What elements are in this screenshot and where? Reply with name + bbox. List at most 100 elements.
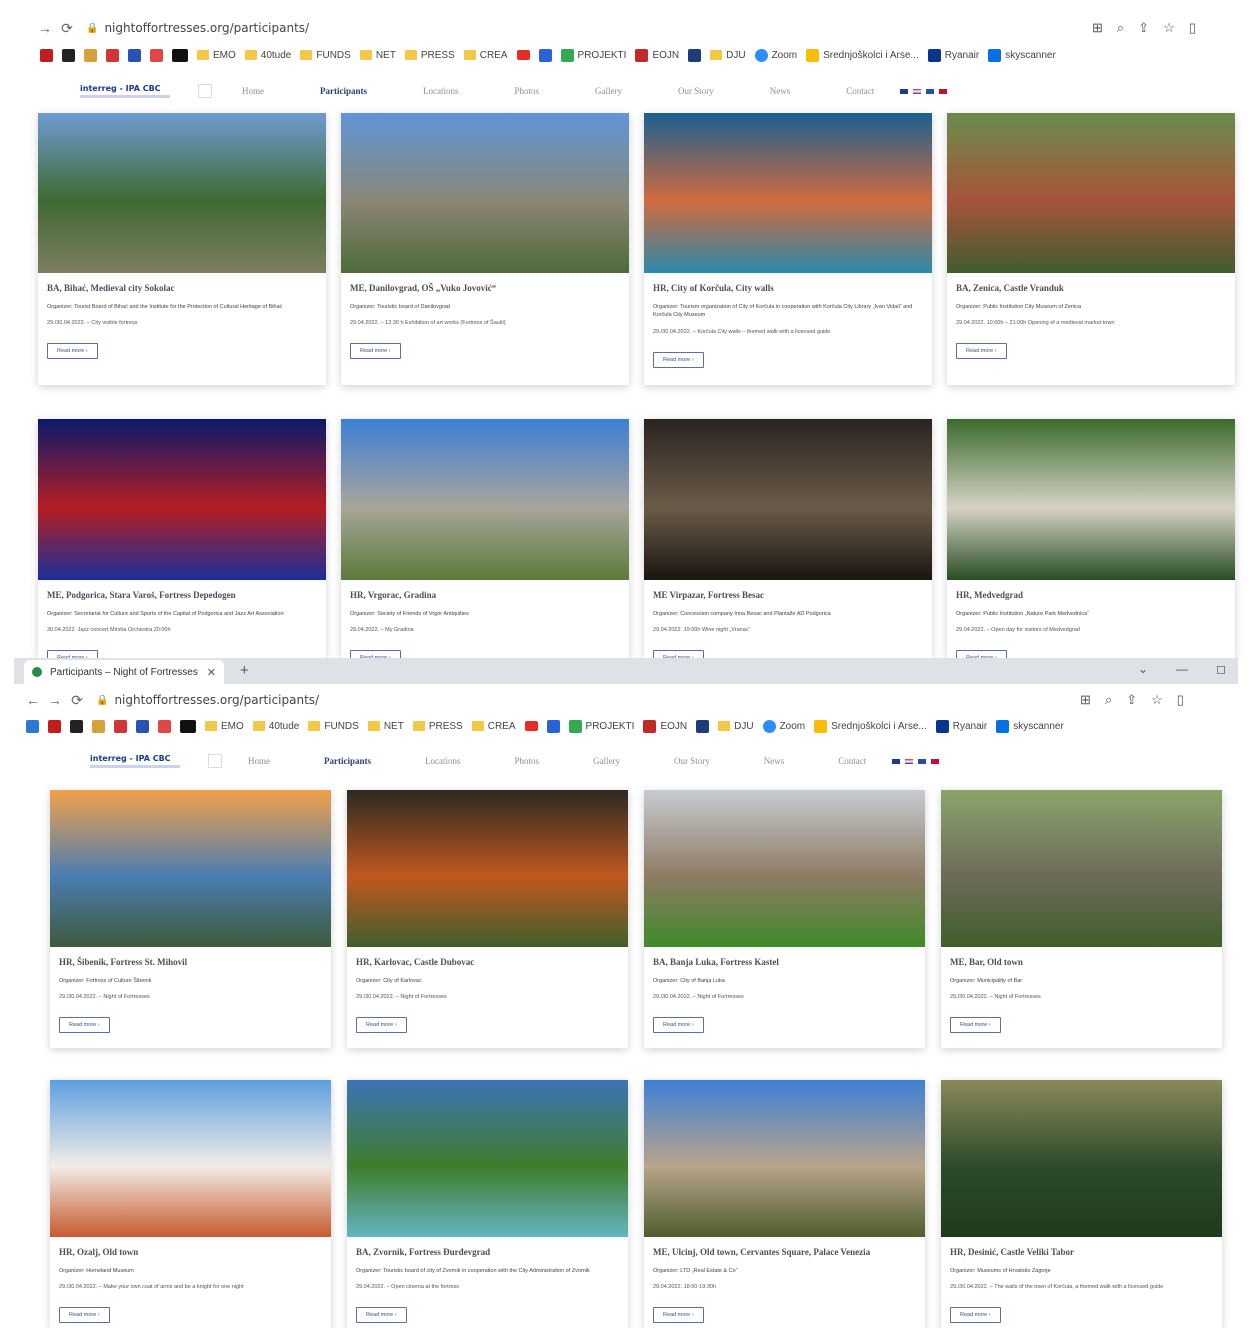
minimize-icon[interactable]: —: [1176, 662, 1188, 676]
bookmark-icon[interactable]: [70, 719, 83, 733]
card-title[interactable]: HR, Ozalj, Old town: [59, 1247, 322, 1257]
star-icon[interactable]: ☆: [1163, 20, 1175, 36]
url-text[interactable]: nightoffortresses.org/participants/: [114, 693, 319, 707]
nav-participants[interactable]: Participants: [324, 756, 371, 766]
flag-en-icon[interactable]: [900, 88, 909, 94]
bookmark-item[interactable]: Zoom: [762, 719, 805, 733]
nav-news[interactable]: News: [770, 86, 791, 96]
nav-gallery[interactable]: Gallery: [595, 86, 622, 96]
card-photo[interactable]: [341, 113, 629, 273]
bookmark-item[interactable]: PROJEKTI: [560, 48, 626, 62]
nav-home[interactable]: Home: [242, 86, 264, 96]
read-more-button[interactable]: Read more ›: [47, 343, 98, 360]
participant-card[interactable]: BA, Banja Luka, Fortress Kastel Organizer…: [644, 790, 925, 1048]
reload-icon[interactable]: ⟳: [66, 692, 88, 709]
zoom-icon[interactable]: ⌕: [1105, 692, 1112, 708]
read-more-button[interactable]: Read more ›: [356, 1307, 407, 1324]
flag-me-icon[interactable]: [931, 758, 940, 764]
participant-card[interactable]: BA, Zenica, Castle Vranduk Organizer: Pub…: [947, 113, 1235, 385]
share-icon[interactable]: ⇪: [1138, 20, 1149, 36]
card-title[interactable]: ME, Ulcinj, Old town, Cervantes Square, …: [653, 1247, 916, 1257]
reload-icon[interactable]: ⟳: [56, 20, 78, 37]
participant-card[interactable]: ME, Ulcinj, Old town, Cervantes Square, …: [644, 1080, 925, 1328]
tab-participants[interactable]: Participants – Night of Fortresses ✕: [24, 660, 224, 684]
bookmark-item[interactable]: skyscanner: [996, 719, 1064, 733]
card-photo[interactable]: [644, 419, 932, 580]
nav-our-story[interactable]: Our Story: [674, 756, 710, 766]
read-more-button[interactable]: Read more ›: [950, 1307, 1001, 1324]
read-more-button[interactable]: Read more ›: [47, 650, 98, 658]
card-photo[interactable]: [347, 1080, 628, 1237]
bookmark-item[interactable]: EOJN: [635, 48, 679, 62]
nav-locations[interactable]: Locations: [423, 86, 459, 96]
card-title[interactable]: ME, Bar, Old town: [950, 957, 1213, 967]
flag-hr-icon[interactable]: [905, 758, 914, 764]
participant-card[interactable]: ME, Danilovgrad, OŠ „Vuko Jovović“ Organi…: [341, 113, 629, 385]
card-title[interactable]: HR, Karlovac, Castle Dubovac: [356, 957, 619, 967]
forward-icon[interactable]: →: [44, 692, 66, 708]
card-photo[interactable]: [941, 1080, 1222, 1237]
bookmark-folder[interactable]: CREA: [471, 721, 516, 732]
bookmark-item[interactable]: Srednjoškolci i Arse...: [806, 48, 919, 62]
new-tab-icon[interactable]: +: [240, 662, 249, 679]
share-icon[interactable]: ⇪: [1126, 692, 1137, 708]
bookmark-item[interactable]: skyscanner: [988, 48, 1056, 62]
bookmark-item[interactable]: EOJN: [643, 719, 687, 733]
flag-ba-icon[interactable]: [926, 88, 935, 94]
nav-contact[interactable]: Contact: [838, 756, 866, 766]
read-more-button[interactable]: Read more ›: [653, 351, 704, 368]
bookmark-folder[interactable]: EMO: [205, 721, 244, 732]
participant-card[interactable]: HR, Desinić, Castle Veliki Tabor Organize…: [941, 1080, 1222, 1328]
url-text[interactable]: nightoffortresses.org/participants/: [104, 21, 309, 35]
interreg-logo[interactable]: interreg - IPA CBC: [90, 749, 200, 773]
bookmark-folder[interactable]: NET: [367, 721, 404, 732]
flag-me-icon[interactable]: [939, 88, 948, 94]
bookmark-icon[interactable]: [696, 719, 710, 733]
card-photo[interactable]: [947, 113, 1235, 273]
translate-icon[interactable]: ⊞: [1080, 692, 1091, 708]
card-title[interactable]: HR, Medvedgrad: [956, 590, 1226, 600]
nav-contact[interactable]: Contact: [846, 86, 874, 96]
zoom-icon[interactable]: ⌕: [1117, 20, 1124, 36]
bookmark-folder[interactable]: FUNDS: [300, 50, 351, 61]
card-title[interactable]: BA, Zvornik, Fortress Đurđevgrad: [356, 1247, 619, 1257]
bookmark-icon[interactable]: [136, 719, 149, 733]
participant-card[interactable]: ME, Bar, Old town Organizer: Municipality…: [941, 790, 1222, 1048]
card-photo[interactable]: [947, 419, 1235, 580]
bookmark-folder[interactable]: NET: [359, 50, 396, 61]
bookmark-folder[interactable]: FUNDS: [308, 721, 359, 732]
card-title[interactable]: HR, Vrgorac, Gradina: [350, 590, 620, 600]
flag-en-icon[interactable]: [892, 758, 901, 764]
card-photo[interactable]: [341, 419, 629, 580]
nav-photos[interactable]: Photos: [515, 756, 540, 766]
read-more-button[interactable]: Read more ›: [653, 1017, 704, 1034]
participant-card[interactable]: HR, Vrgorac, Gradina Organizer: Society o…: [341, 419, 629, 658]
flag-hr-icon[interactable]: [913, 88, 922, 94]
read-more-button[interactable]: Read more ›: [956, 343, 1007, 360]
participant-card[interactable]: BA, Bihać, Medieval city Sokolac Organize…: [38, 113, 326, 385]
card-photo[interactable]: [941, 790, 1222, 947]
participant-card[interactable]: HR, City of Korčula, City walls Organizer…: [644, 113, 932, 385]
bookmark-folder[interactable]: DJU: [718, 721, 754, 732]
bookmark-folder[interactable]: PRESS: [412, 721, 463, 732]
bookmark-folder[interactable]: DJU: [710, 50, 746, 61]
nav-home[interactable]: Home: [248, 756, 270, 766]
bookmark-item[interactable]: Ryanair: [935, 719, 987, 733]
bookmark-icon[interactable]: [92, 719, 105, 733]
bookmark-icon[interactable]: [62, 48, 75, 62]
dropbox-icon[interactable]: [546, 719, 560, 733]
card-photo[interactable]: [38, 113, 326, 273]
bookmark-folder[interactable]: EMO: [197, 50, 236, 61]
bookmark-icon[interactable]: [180, 719, 196, 733]
card-photo[interactable]: [644, 1080, 925, 1237]
youtube-icon[interactable]: [524, 721, 538, 731]
card-title[interactable]: BA, Bihać, Medieval city Sokolac: [47, 283, 317, 293]
read-more-button[interactable]: Read more ›: [950, 1017, 1001, 1034]
read-more-button[interactable]: Read more ›: [59, 1017, 110, 1034]
nav-gallery[interactable]: Gallery: [593, 756, 620, 766]
read-more-button[interactable]: Read more ›: [653, 1307, 704, 1324]
nav-news[interactable]: News: [764, 756, 785, 766]
bookmark-icon[interactable]: [158, 719, 171, 733]
bookmark-folder[interactable]: 40tude: [252, 721, 299, 732]
card-title[interactable]: ME, Danilovgrad, OŠ „Vuko Jovović“: [350, 283, 620, 293]
